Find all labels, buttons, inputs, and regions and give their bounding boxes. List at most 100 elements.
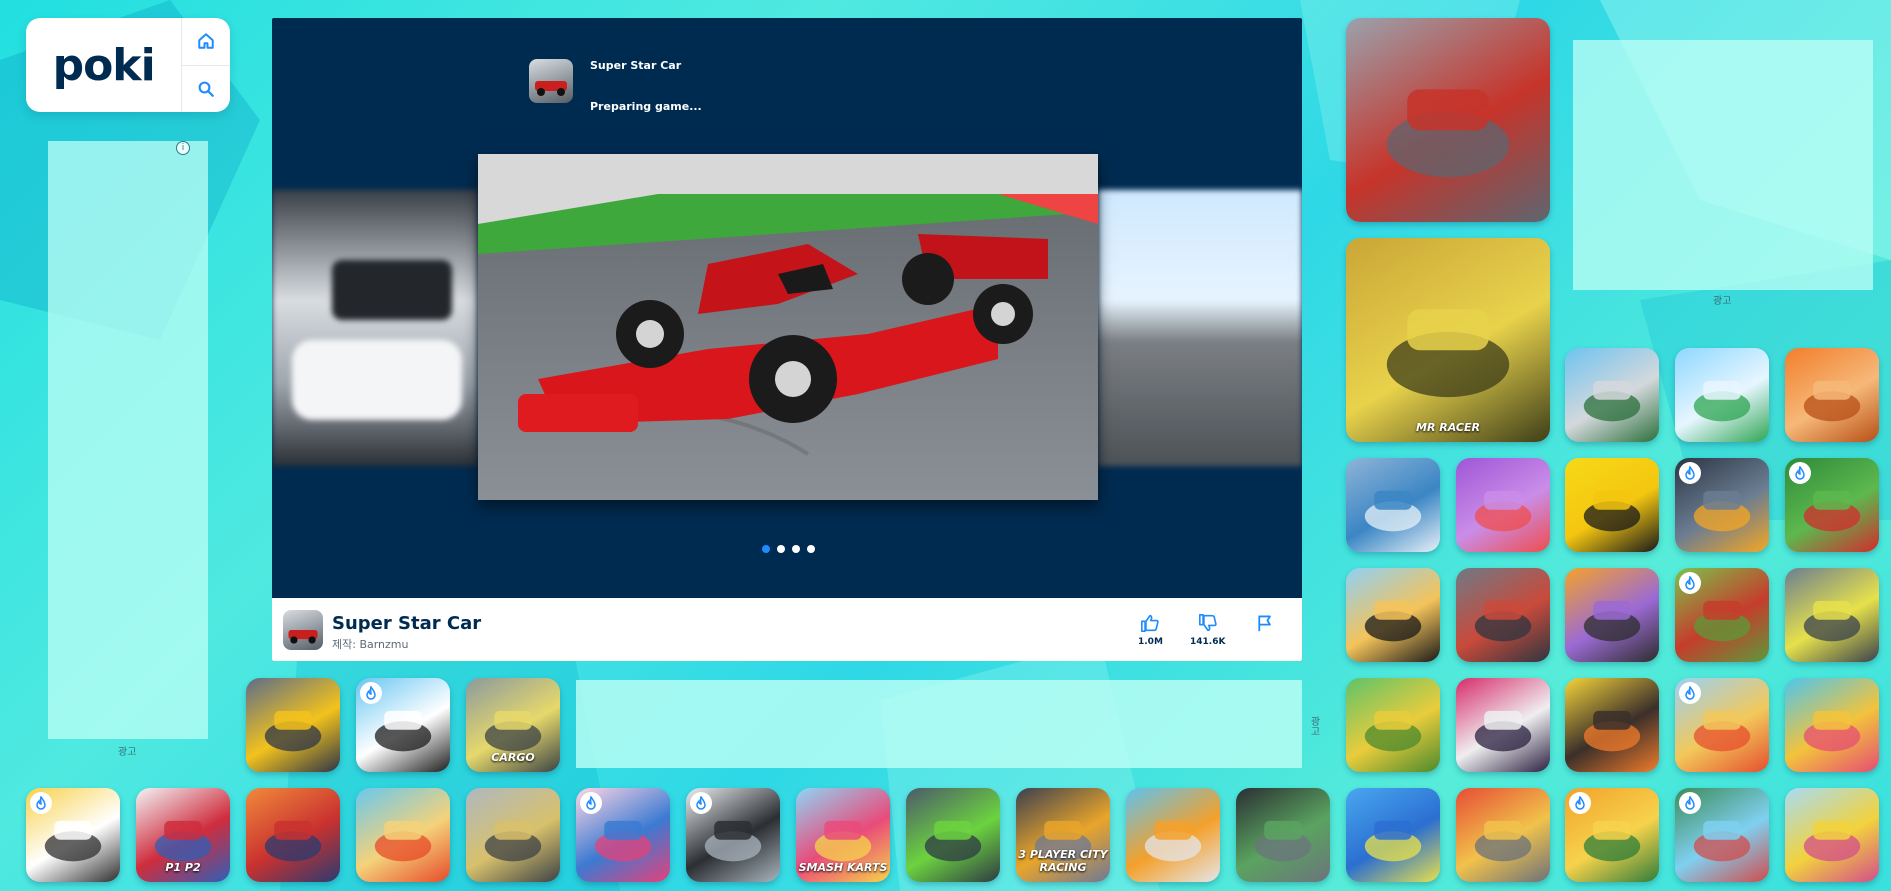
tile-artwork [1583,490,1641,532]
monster-truck-tile[interactable] [1346,788,1440,882]
tile-artwork [1386,309,1510,398]
tile-label: MR RACER [1416,421,1480,434]
fashion-tile[interactable] [576,788,670,882]
soccer-kick-tile[interactable] [1785,458,1879,552]
country-balls-tile[interactable]: P1 P2 [136,788,230,882]
carousel-dots [762,545,815,553]
zombie-run-tile[interactable] [1675,788,1769,882]
dislike-count: 141.6K [1190,637,1226,647]
chainsaw-tile[interactable] [1456,788,1550,882]
tile-artwork [1386,89,1510,178]
hot-flame-icon [30,792,52,814]
police-drift-tile[interactable] [1456,678,1550,772]
highway-car-tile[interactable] [1126,788,1220,882]
money-rush-tile[interactable] [1565,788,1659,882]
carousel-dot-3[interactable] [792,545,800,553]
parking-tile[interactable] [246,678,340,772]
jet-plane-tile[interactable] [1785,348,1879,442]
soccer-car-tile[interactable] [1456,568,1550,662]
tile-artwork [1583,380,1641,422]
sunset-racer-tile[interactable] [246,788,340,882]
home-icon [198,33,214,49]
night-racer-tile[interactable] [1675,458,1769,552]
snow-car-tile[interactable] [1675,348,1769,442]
city-racing-tile[interactable]: 3 PLAYER CITY RACING [1016,788,1110,882]
game-title: Super Star Car [332,613,482,634]
traffic-guy-tile[interactable] [1565,568,1659,662]
tile-label: CARGO [491,751,535,764]
rainbow-bike-tile[interactable] [1785,788,1879,882]
mr-racer-tile[interactable]: MR RACER [1346,238,1550,442]
smash-karts-tile[interactable]: SMASH KARTS [796,788,890,882]
moto-beach-tile[interactable] [356,788,450,882]
carousel-dot-2[interactable] [777,545,785,553]
dislike-button[interactable]: 141.6K [1190,614,1225,647]
loader-game-thumbnail [529,59,573,103]
yellow-car-tile[interactable] [1346,678,1440,772]
left-ad-slot[interactable] [48,141,208,739]
harvester-tile[interactable] [1675,568,1769,662]
tile-artwork [1803,710,1861,752]
carousel-slide-previous[interactable] [272,190,478,466]
tile-artwork [1364,600,1422,642]
carousel-slide-current[interactable] [478,154,1098,500]
hot-flame-icon [580,792,602,814]
poki-logo[interactable]: poki [26,18,181,112]
kung-fu-tile[interactable] [1565,348,1659,442]
loader-game-title: Super Star Car [590,59,682,72]
rainbow-car-tile[interactable] [1785,678,1879,772]
weight-lift-tile[interactable] [1675,678,1769,772]
chopper-tile[interactable] [466,788,560,882]
cargo-truck-tile[interactable]: CARGO [466,678,560,772]
like-count: 1.0M [1138,637,1163,647]
top-right-ad-slot[interactable] [1573,40,1873,290]
header-card: poki [26,18,230,112]
hot-flame-icon [1679,462,1701,484]
police-chase-tile[interactable] [1785,568,1879,662]
game-panel[interactable]: Super Star Car Preparing game... Super S… [272,18,1302,661]
game-thumbnail [283,610,323,650]
hot-flame-icon [1789,462,1811,484]
ad-info-icon[interactable]: i [176,141,190,155]
hot-flame-icon [690,792,712,814]
search-icon [198,81,214,97]
tile-artwork [1474,710,1532,752]
home-button[interactable] [182,18,230,65]
drift-city-tile[interactable] [1236,788,1330,882]
stickman-hook-tile[interactable] [1456,458,1550,552]
tile-artwork [924,820,982,862]
tile-artwork [1803,820,1861,862]
top-right-ad-label: 광고 [1713,296,1732,307]
moto-racing-tile[interactable] [1346,18,1550,222]
carousel-slide-next[interactable] [1098,190,1302,466]
thumbs-up-icon [1141,614,1160,632]
chess-tile[interactable] [686,788,780,882]
tile-label: SMASH KARTS [798,861,888,874]
tile-artwork [1474,820,1532,862]
report-button[interactable] [1256,614,1274,632]
tile-artwork [374,820,432,862]
panda-chef-tile[interactable] [26,788,120,882]
tile-artwork [1254,820,1312,862]
tile-artwork [1803,380,1861,422]
tile-artwork [1583,600,1641,642]
real-cars-tile[interactable] [1346,458,1440,552]
carousel-dot-4[interactable] [807,545,815,553]
taxi-chase-tile[interactable] [1565,678,1659,772]
green-supercar-tile[interactable] [906,788,1000,882]
black-silhouette-tile[interactable] [1565,458,1659,552]
search-button[interactable] [182,64,230,113]
moto-x3m-tile[interactable] [1346,568,1440,662]
carousel-dot-1[interactable] [762,545,770,553]
tile-artwork [1693,380,1751,422]
tile-artwork [1474,600,1532,642]
bottom-ad-label: 광고 [1308,716,1319,736]
tile-artwork [1364,710,1422,752]
thumbs-down-icon [1198,614,1217,632]
bottom-ad-slot[interactable] [576,680,1302,768]
tile-artwork [1364,490,1422,532]
like-button[interactable]: 1.0M [1138,614,1163,647]
hot-flame-icon [1679,792,1701,814]
panda-ninja-tile[interactable] [356,678,450,772]
hot-flame-icon [360,682,382,704]
